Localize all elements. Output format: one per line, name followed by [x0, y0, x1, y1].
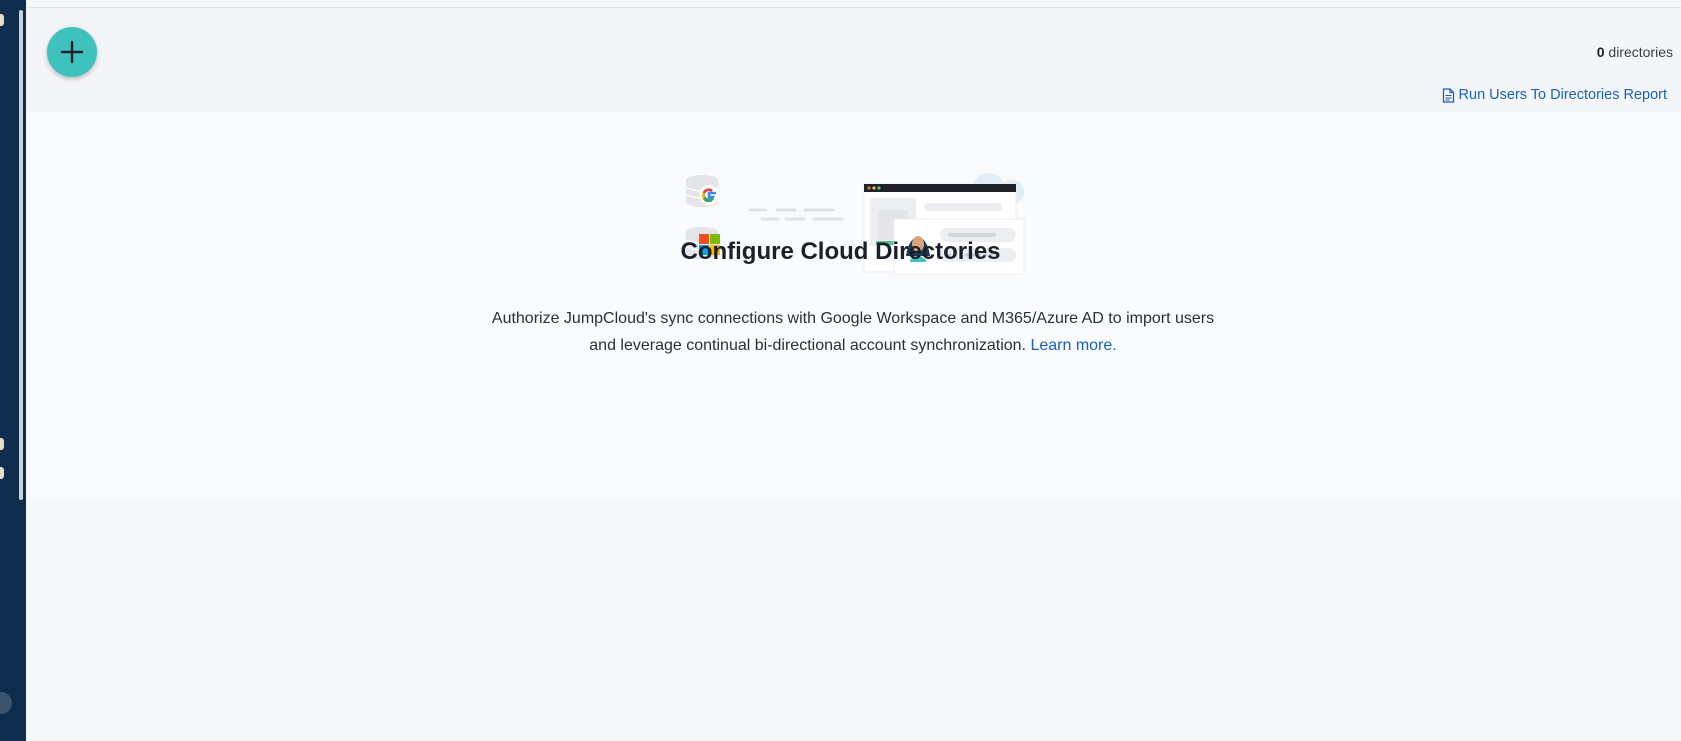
left-sidebar: [0, 0, 26, 741]
google-database-icon: [686, 175, 719, 207]
cloud-directories-illustration: [686, 173, 1025, 275]
sync-connector: [748, 208, 844, 221]
empty-state-title: Configure Cloud Directories: [680, 238, 1001, 265]
sidebar-nav-marker[interactable]: [0, 467, 4, 479]
add-directory-button[interactable]: [47, 27, 97, 77]
sidebar-avatar[interactable]: [0, 692, 12, 714]
main-content: 0 directories Run Users To Directories R…: [26, 0, 1681, 741]
run-users-to-directories-report-link[interactable]: Run Users To Directories Report: [1442, 87, 1667, 103]
sidebar-nav-marker[interactable]: [0, 438, 4, 450]
plus-icon: [60, 40, 84, 64]
directory-count: 0 directories: [1597, 44, 1673, 60]
sidebar-nav-marker[interactable]: [0, 14, 4, 26]
toolbar: 0 directories Run Users To Directories R…: [26, 8, 1681, 112]
directory-count-label: directories: [1608, 44, 1673, 60]
report-link-label: Run Users To Directories Report: [1458, 87, 1667, 103]
document-icon: [1442, 87, 1454, 103]
empty-state-description: Authorize JumpCloud's sync connections w…: [478, 305, 1228, 359]
directory-count-value: 0: [1596, 44, 1605, 60]
learn-more-link[interactable]: Learn more.: [1030, 337, 1116, 354]
